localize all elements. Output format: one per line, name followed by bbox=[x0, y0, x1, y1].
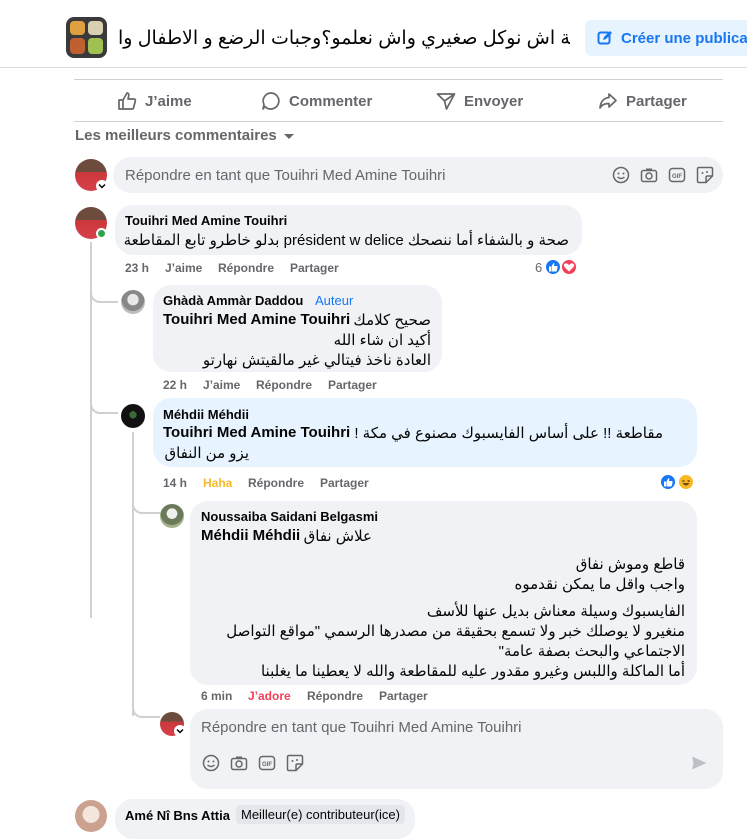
comment-text: منغيرو لا يوصلك خبر ولا تسمع بحقيقة من م… bbox=[226, 623, 685, 640]
sticker-icon[interactable] bbox=[286, 754, 304, 772]
comment-text: واجب واقل ما يمكن نقدموه bbox=[514, 576, 685, 593]
send-arrow-icon[interactable] bbox=[690, 754, 708, 772]
nested-reply-composer[interactable]: Répondre en tant que Touihri Med Amine T… bbox=[190, 709, 723, 789]
share-button[interactable]: Partager bbox=[598, 88, 687, 114]
group-header: زعمة اش نوكل صغيري واش نعلمو؟وجبات الرضع… bbox=[0, 0, 747, 68]
comment-share-button[interactable]: Partager bbox=[290, 261, 339, 275]
comment-like-button[interactable]: J’aime bbox=[165, 261, 202, 275]
comment-timestamp[interactable]: 22 h bbox=[163, 378, 187, 392]
online-status-indicator bbox=[96, 228, 107, 239]
comment-haha-reaction-button[interactable]: Haha bbox=[203, 476, 232, 490]
comment-mention[interactable]: Touihri Med Amine Touihri bbox=[163, 311, 350, 328]
like-reaction-icon bbox=[659, 473, 677, 491]
comment-timestamp[interactable]: 23 h bbox=[125, 261, 149, 275]
svg-text:GIF: GIF bbox=[672, 174, 682, 180]
thumbs-up-icon bbox=[117, 91, 137, 111]
comment-timestamp[interactable]: 6 min bbox=[201, 689, 232, 703]
divider bbox=[74, 121, 723, 122]
like-label: J’aime bbox=[145, 92, 192, 110]
camera-icon[interactable] bbox=[640, 166, 658, 184]
comment-like-button[interactable]: J’aime bbox=[203, 378, 240, 392]
comment-timestamp[interactable]: 14 h bbox=[163, 476, 187, 490]
gif-icon[interactable]: GIF bbox=[258, 754, 276, 772]
comment-text: الفايسبوك وسيلة معناش بديل عنها للأسف bbox=[426, 603, 685, 620]
comment-text: صحة و بالشفاء أما ننصحك président w deli… bbox=[123, 232, 569, 249]
comment-text: الاجتماعي والبحث بصفة عامة" bbox=[498, 643, 685, 660]
create-post-button[interactable]: Créer une publicat bbox=[585, 20, 747, 56]
composer-placeholder: Répondre en tant que Touihri Med Amine T… bbox=[125, 167, 446, 184]
comment-bubble-icon bbox=[261, 91, 281, 111]
create-post-label: Créer une publicat bbox=[621, 29, 747, 47]
author-badge: Auteur bbox=[315, 293, 354, 308]
like-reaction-icon bbox=[544, 258, 562, 276]
share-arrow-icon bbox=[598, 91, 618, 111]
divider bbox=[74, 79, 723, 80]
send-button[interactable]: Envoyer bbox=[436, 88, 523, 114]
comment-bubble: Noussaiba Saidani Belgasmi علاش نفاق Méh… bbox=[190, 501, 697, 685]
comment-reply-button[interactable]: Répondre bbox=[256, 378, 312, 392]
edit-icon bbox=[597, 30, 613, 46]
comment-bubble: Amé Nî Bns Attia Meilleur(e) contributeu… bbox=[115, 799, 415, 839]
thread-line bbox=[132, 432, 134, 716]
share-label: Partager bbox=[626, 92, 687, 110]
top-contributor-badge: Meilleur(e) contributeur(ice) bbox=[236, 805, 405, 824]
svg-text:GIF: GIF bbox=[262, 762, 272, 768]
like-button[interactable]: J’aime bbox=[117, 88, 192, 114]
comment-text: العادة ناخذ فيتالي غير مالقيتش نهارتو bbox=[202, 352, 431, 369]
comment-reply-button[interactable]: Répondre bbox=[307, 689, 363, 703]
caret-down-icon bbox=[283, 130, 295, 142]
sticker-icon[interactable] bbox=[696, 166, 714, 184]
thread-connector bbox=[90, 287, 118, 303]
comment-reply-button[interactable]: Répondre bbox=[248, 476, 304, 490]
send-label: Envoyer bbox=[464, 92, 524, 110]
comment-share-button[interactable]: Partager bbox=[379, 689, 428, 703]
comment-label: Commenter bbox=[289, 92, 373, 110]
comment-text: قاطع وموش نفاق bbox=[575, 556, 685, 573]
comment-bubble: Méhdii Méhdii مقاطعة !! على أساس الفايسب… bbox=[153, 398, 697, 467]
emoji-icon[interactable] bbox=[612, 166, 630, 184]
profile-switch-chevron-icon[interactable] bbox=[96, 180, 108, 192]
comment-bubble: Ghàdà Ammàr Daddou Auteur صحيح كلامك Tou… bbox=[153, 285, 442, 372]
thread-connector bbox=[90, 400, 118, 414]
comment-text: صحيح كلامك bbox=[353, 312, 431, 329]
avatar[interactable] bbox=[75, 800, 107, 832]
haha-reaction-icon bbox=[677, 473, 695, 491]
comment-mention[interactable]: Méhdii Méhdii bbox=[201, 527, 300, 544]
comment-author[interactable]: Noussaiba Saidani Belgasmi bbox=[201, 509, 378, 524]
sort-label: Les meilleurs commentaires bbox=[75, 127, 277, 144]
comment-bubble: Touihri Med Amine Touihri صحة و بالشفاء … bbox=[115, 205, 582, 255]
reaction-count[interactable]: 6 bbox=[535, 260, 542, 275]
gif-icon[interactable]: GIF bbox=[668, 166, 686, 184]
thread-connector bbox=[132, 704, 160, 718]
avatar[interactable] bbox=[121, 404, 145, 428]
comment-author[interactable]: Méhdii Méhdii bbox=[163, 407, 249, 422]
comment-author[interactable]: Touihri Med Amine Touihri bbox=[125, 213, 287, 228]
love-reaction-icon bbox=[560, 258, 578, 276]
comment-share-button[interactable]: Partager bbox=[328, 378, 377, 392]
reply-composer[interactable]: Répondre en tant que Touihri Med Amine T… bbox=[113, 157, 723, 193]
comment-sort-dropdown[interactable]: Les meilleurs commentaires bbox=[75, 127, 295, 144]
comment-text: يزو من النفاق bbox=[164, 445, 249, 462]
thread-connector bbox=[132, 500, 160, 514]
group-title[interactable]: زعمة اش نوكل صغيري واش نعلمو؟وجبات الرضع… bbox=[118, 27, 570, 50]
comment-text: أكيد ان شاء الله bbox=[333, 332, 431, 349]
comment-author[interactable]: Ghàdà Ammàr Daddou bbox=[163, 293, 303, 308]
send-icon bbox=[436, 91, 456, 111]
camera-icon[interactable] bbox=[230, 754, 248, 772]
comment-button[interactable]: Commenter bbox=[261, 88, 372, 114]
group-thumbnail[interactable] bbox=[66, 17, 107, 58]
profile-switch-chevron-icon[interactable] bbox=[174, 725, 186, 737]
comment-share-button[interactable]: Partager bbox=[320, 476, 369, 490]
composer-placeholder: Répondre en tant que Touihri Med Amine T… bbox=[201, 719, 522, 736]
avatar[interactable] bbox=[160, 504, 184, 528]
avatar[interactable] bbox=[121, 290, 145, 314]
emoji-icon[interactable] bbox=[202, 754, 220, 772]
comment-author[interactable]: Amé Nî Bns Attia bbox=[125, 808, 230, 823]
comment-mention[interactable]: Touihri Med Amine Touihri bbox=[163, 424, 350, 441]
comment-love-reaction-button[interactable]: J’adore bbox=[248, 689, 291, 703]
comment-text: أما الماكلة واللبس وغيرو مقدور عليه للمق… bbox=[260, 663, 685, 680]
comment-reply-button[interactable]: Répondre bbox=[218, 261, 274, 275]
